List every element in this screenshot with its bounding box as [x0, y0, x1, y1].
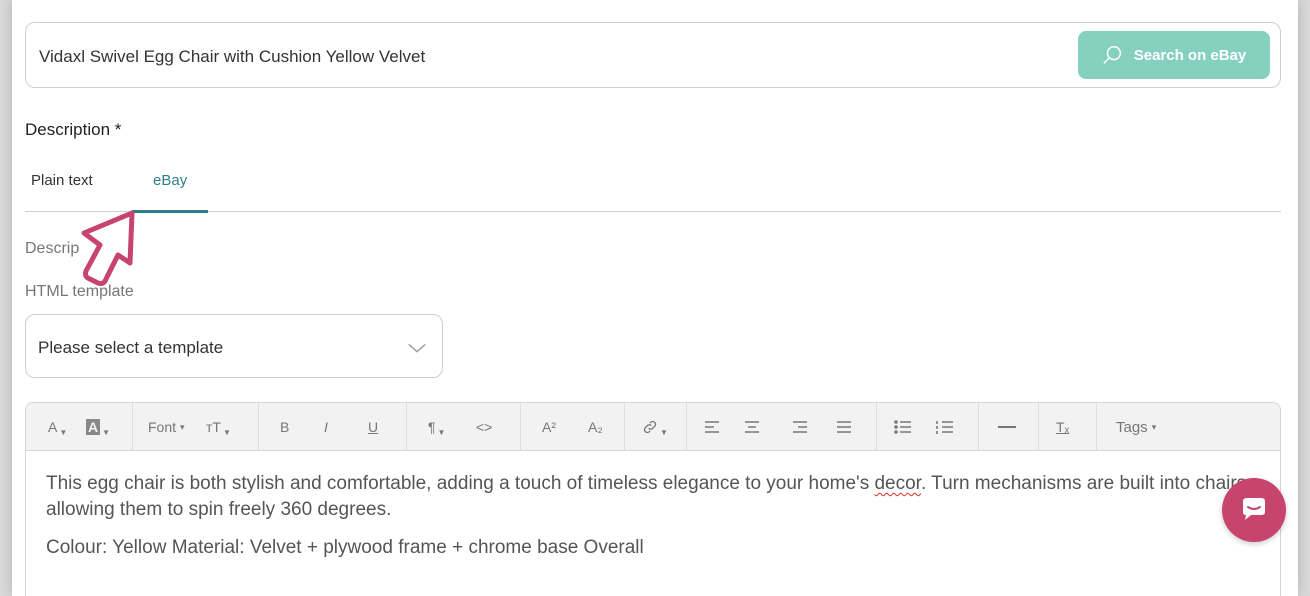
code-view-icon[interactable]: <> [476, 403, 492, 451]
editor-content[interactable]: This egg chair is both stylish and comfo… [46, 471, 1260, 573]
product-search-field[interactable]: Vidaxl Swivel Egg Chair with Cushion Yel… [25, 22, 1281, 88]
misspelled-word[interactable]: decor [874, 473, 920, 494]
link-icon[interactable]: ▼ [642, 403, 668, 451]
font-size-icon[interactable]: тT ▼ [206, 403, 231, 451]
toolbar-divider [520, 403, 521, 451]
bold-icon[interactable]: B [280, 403, 289, 451]
clear-formatting-icon[interactable]: Tₓ [1056, 403, 1069, 451]
search-on-ebay-button[interactable]: Search on eBay [1078, 31, 1270, 79]
toolbar-divider [1038, 403, 1039, 451]
ordered-list-icon[interactable] [936, 403, 954, 451]
align-left-icon[interactable] [704, 403, 720, 451]
live-chat-button[interactable] [1222, 478, 1286, 542]
align-justify-icon[interactable] [836, 403, 852, 451]
superscript-icon[interactable]: A² [542, 403, 556, 451]
align-center-icon[interactable] [744, 403, 760, 451]
search-input-value[interactable]: Vidaxl Swivel Egg Chair with Cushion Yel… [39, 47, 425, 67]
toolbar-divider [258, 403, 259, 451]
description-label: Description * [25, 120, 122, 139]
tab-plain-text[interactable]: Plain text [31, 172, 93, 189]
underline-icon[interactable]: U [368, 403, 378, 451]
toolbar-divider [624, 403, 625, 451]
editor-toolbar: A▼ A▼ Font▾ тT▼ B I U ¶▼ <> A² A₂ ▼ [26, 403, 1280, 451]
font-dropdown[interactable]: Font ▾ [148, 403, 185, 451]
paragraph-icon[interactable]: ¶ ▼ [428, 403, 445, 451]
font-color-icon[interactable]: A ▼ [48, 403, 67, 451]
toolbar-divider [876, 403, 877, 451]
background-color-icon[interactable]: A ▼ [86, 403, 110, 451]
tab-ebay[interactable]: eBay [153, 172, 187, 189]
align-right-icon[interactable] [792, 403, 808, 451]
italic-icon[interactable]: I [324, 403, 328, 451]
toolbar-divider [406, 403, 407, 451]
description-tabs: Plain text eBay [25, 168, 1281, 213]
html-template-select[interactable]: Please select a template [25, 314, 443, 378]
editor-paragraph: Colour: Yellow Material: Velvet + plywoo… [46, 537, 644, 558]
search-button-label: Search on eBay [1133, 46, 1247, 64]
editor-paragraph: This egg chair is both stylish and comfo… [46, 473, 1252, 520]
pointer-annotation-icon [81, 210, 135, 286]
toolbar-divider [132, 403, 133, 451]
subscript-icon[interactable]: A₂ [588, 403, 603, 451]
chat-icon [1243, 498, 1265, 520]
chevron-down-icon [408, 343, 426, 353]
toolbar-divider [1096, 403, 1097, 451]
toolbar-divider [978, 403, 979, 451]
horizontal-rule-icon[interactable] [998, 403, 1016, 451]
unordered-list-icon[interactable] [894, 403, 912, 451]
tags-dropdown[interactable]: Tags ▾ [1116, 403, 1156, 451]
template-select-placeholder: Please select a template [38, 338, 224, 357]
search-icon [1103, 46, 1121, 64]
toolbar-divider [686, 403, 687, 451]
rich-text-editor: A▼ A▼ Font▾ тT▼ B I U ¶▼ <> A² A₂ ▼ [25, 402, 1281, 596]
